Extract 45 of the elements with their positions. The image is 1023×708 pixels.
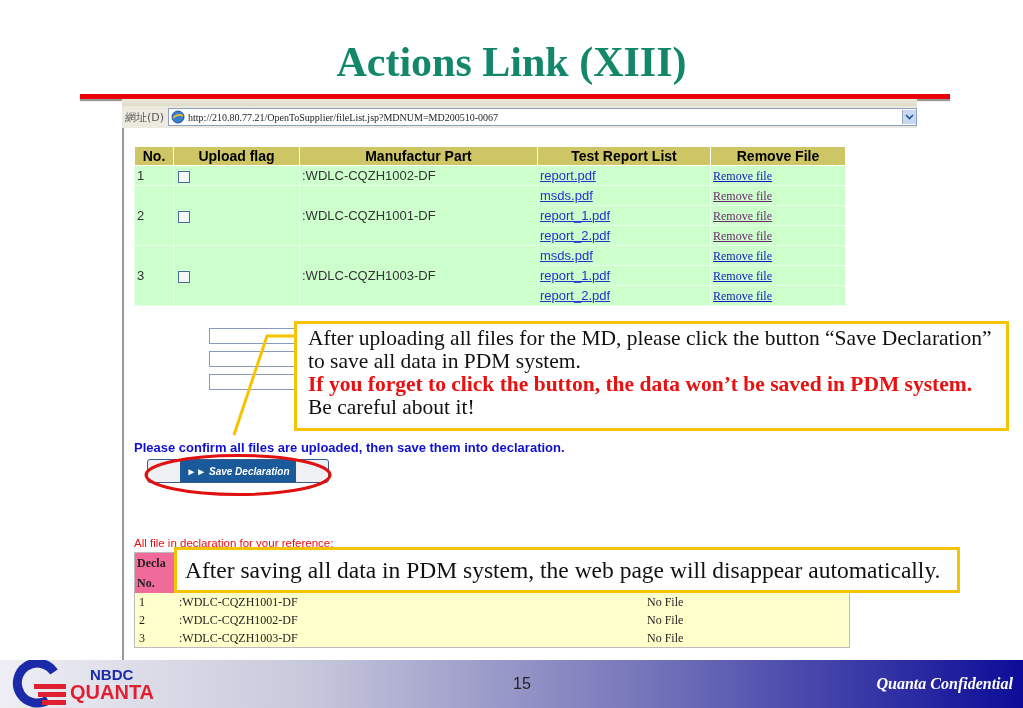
column-header: No. [134, 573, 175, 593]
table-cell: :WDLC-CQZH1003-DF [175, 629, 643, 648]
table-cell: 2 [134, 611, 175, 629]
table-cell: 3 [134, 245, 174, 306]
address-label: 網址(D) [125, 109, 165, 125]
table-cell: No File [643, 593, 850, 611]
table-cell: :WDLC-CQZH1002-DF [175, 611, 643, 629]
column-header: Manufactur Part [299, 146, 538, 166]
slide-title: Actions Link (XIII) [336, 38, 687, 86]
callout-note: Be careful about it! [308, 396, 476, 419]
callout-warning: If you forget to click the button, the data won’t be saved in PDM system. [308, 373, 974, 396]
table-cell: :WDLC-CQZH1001-DF [299, 185, 538, 246]
callout-text: After saving all data in PDM system, the web page will disappear automatically. [185, 557, 942, 583]
address-field[interactable]: http://210.80.77.21/OpenToSupplier/fileList.jsp?MDNUM=MD200510-0067 [168, 108, 917, 126]
save-declaration-button[interactable]: ►► Save Declaration [180, 460, 296, 482]
logo-text: NBDC [90, 666, 135, 682]
globe-icon [171, 110, 186, 124]
table-cell: :WDLC-CQZH1001-DF [175, 593, 643, 611]
table-cell: :WDLC-CQZH1003-DF [299, 245, 538, 306]
checkbox[interactable] [178, 270, 190, 283]
table-cell: 1 [134, 593, 175, 611]
logo-text: QUANTA [70, 681, 155, 702]
column-header: Test Report List [537, 146, 711, 166]
input-field[interactable] [209, 351, 295, 367]
column-header: Decla [134, 552, 175, 573]
column-header: No. [134, 146, 174, 166]
table-cell: 3 [134, 629, 175, 648]
checkbox[interactable] [178, 170, 190, 183]
callout-text: After uploading all files for the MD, please click the button “Save Declaration” to save all data in PDM system. [308, 327, 993, 373]
table-cell: No File [643, 611, 850, 629]
url-text: http://210.80.77.21/OpenToSupplier/fileList.jsp?MDNUM=MD200510-0067 [188, 111, 499, 123]
confidential-label: Quanta Confidential [876, 675, 1013, 693]
confirm-message: Please confirm all files are uploaded, then save them into declaration. [134, 441, 565, 454]
dropdown-button[interactable] [902, 110, 916, 124]
table-cell: 1 [134, 165, 174, 186]
page-number: 15 [513, 675, 531, 693]
reference-title: All file in declaration for your reference: [134, 537, 334, 549]
column-header: Upload flag [173, 146, 300, 166]
table-cell: No File [643, 629, 850, 648]
checkbox[interactable] [178, 210, 190, 223]
column-header: Remove File [710, 146, 846, 166]
input-field[interactable] [209, 328, 295, 344]
chevron-down-icon [905, 114, 914, 120]
table-cell: 2 [134, 185, 174, 246]
input-field[interactable] [209, 374, 295, 390]
